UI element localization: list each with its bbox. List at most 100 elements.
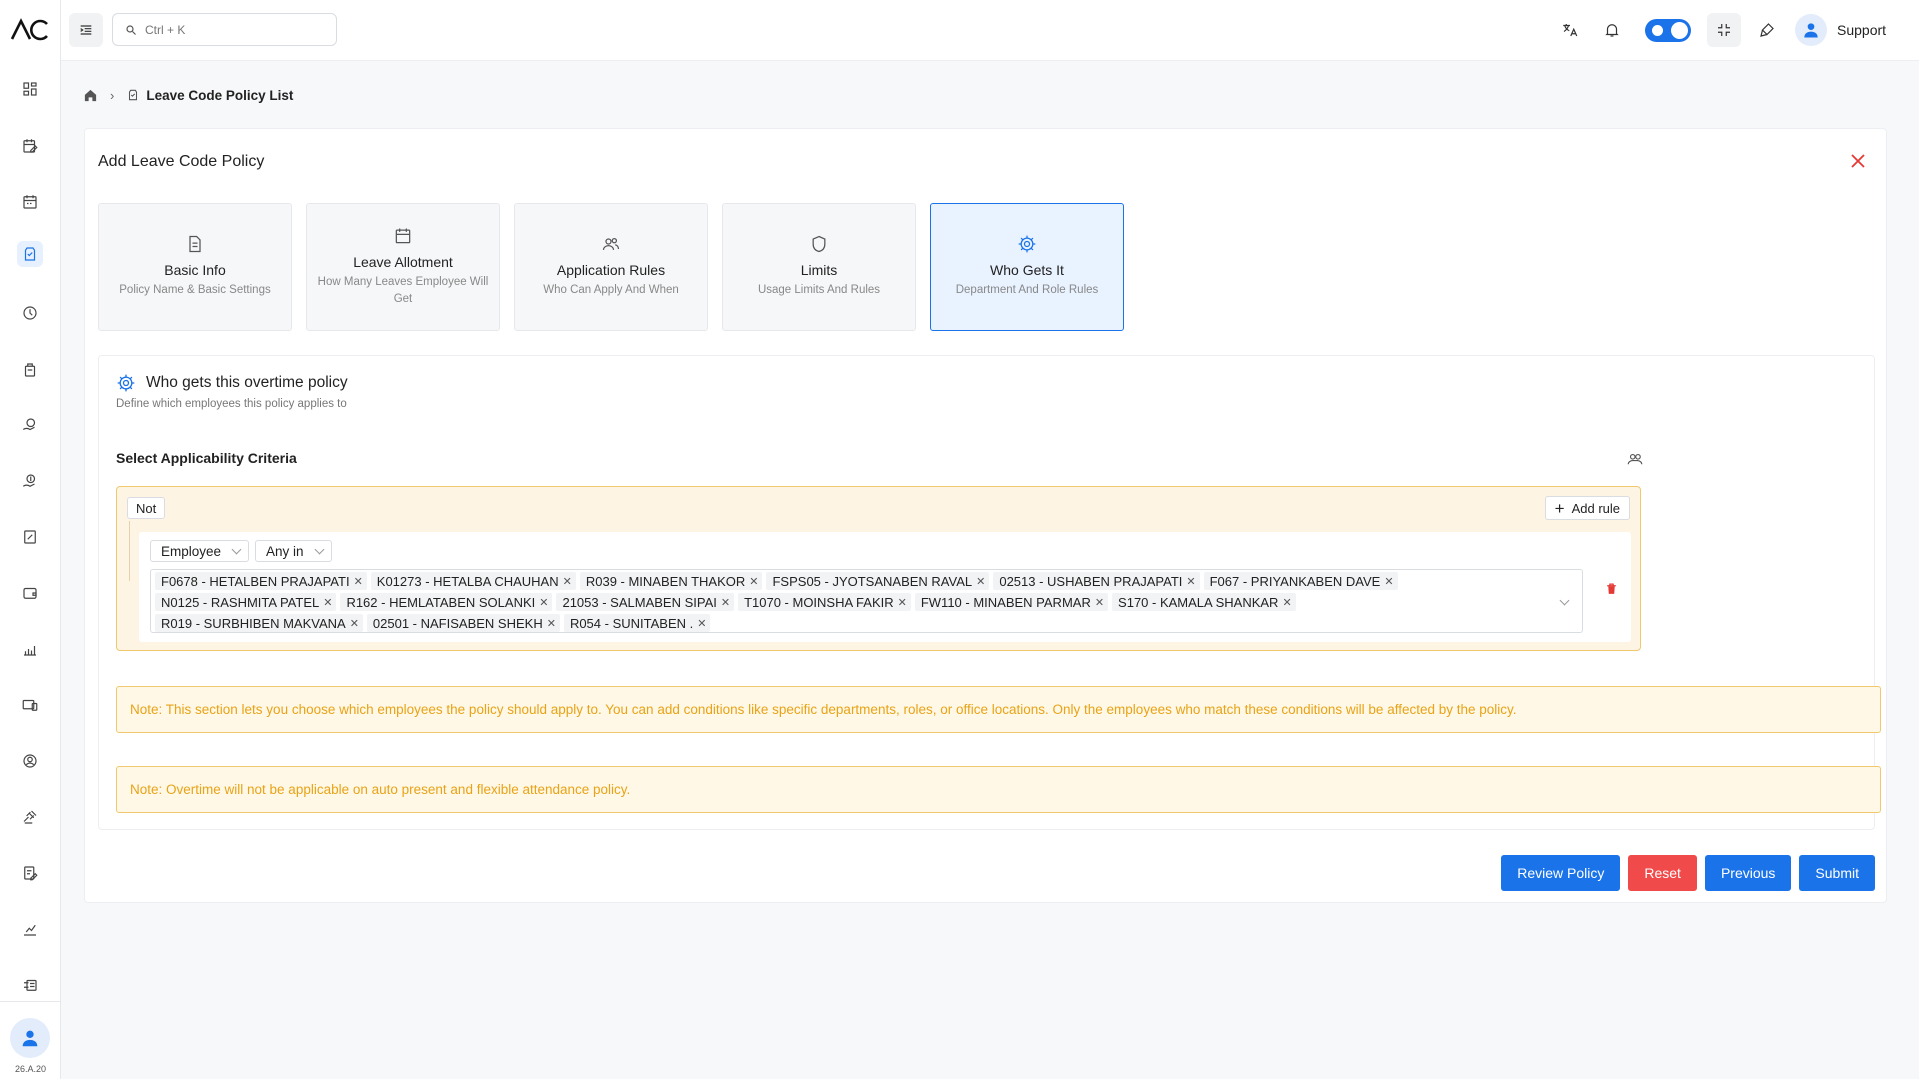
document-edit-icon[interactable] (17, 860, 43, 886)
operator-select[interactable]: Any in (255, 540, 332, 562)
selected-tag: T1070 - MOINSHA FAKIR ✕ (738, 593, 911, 611)
page-title: Add Leave Code Policy (98, 153, 265, 170)
dark-mode-toggle[interactable] (1645, 19, 1691, 42)
avatar[interactable] (10, 1018, 50, 1058)
previous-button[interactable]: Previous (1704, 855, 1792, 891)
wallet-icon[interactable] (17, 580, 43, 606)
leave-policy-icon (129, 89, 138, 101)
selected-tag: K01273 - HETALBA CHAUHAN ✕ (370, 572, 576, 590)
field-select-value: Employee (161, 543, 222, 559)
notification-bell-icon[interactable] (1599, 17, 1625, 43)
wizard-steps: Basic Info Policy Name & Basic Settings … (98, 203, 1138, 331)
selected-tag: R019 - SURBHIBEN MAKVANA ✕ (155, 614, 363, 632)
briefcase-icon[interactable] (17, 357, 43, 383)
selected-tag: FSPS05 - JYOTSANABEN RAVAL ✕ (766, 572, 990, 590)
remove-tag-icon[interactable]: ✕ (697, 617, 706, 630)
chevron-down-icon[interactable] (1559, 595, 1570, 606)
user-avatar-icon (22, 1030, 38, 1047)
tag-label: 02513 - USHABEN PRAJAPATI (999, 573, 1183, 589)
step-limits[interactable]: Limits Usage Limits And Rules (722, 203, 916, 331)
step-leave-allotment[interactable]: Leave Allotment How Many Leaves Employee… (306, 203, 500, 331)
submit-button[interactable]: Submit (1799, 855, 1875, 891)
selected-tag: F067 - PRIYANKABEN DAVE ✕ (1203, 572, 1398, 590)
user-group-icon[interactable] (1624, 448, 1646, 470)
gear-icon (117, 374, 135, 392)
breadcrumb-current: Leave Code Policy List (146, 87, 294, 103)
remove-tag-icon[interactable]: ✕ (976, 575, 985, 588)
calendar-icon[interactable] (17, 189, 43, 215)
selected-tag: S170 - KAMALA SHANKAR ✕ (1112, 593, 1296, 611)
document-icon (189, 236, 201, 253)
user-avatar-icon (1804, 23, 1818, 38)
payroll-icon[interactable] (17, 412, 43, 438)
not-toggle-button[interactable]: Not (127, 497, 166, 519)
gavel-icon[interactable] (17, 804, 43, 830)
user-profile-icon[interactable] (17, 748, 43, 774)
remove-tag-icon[interactable]: ✕ (1384, 575, 1393, 588)
tax-icon[interactable] (17, 524, 43, 550)
settings-panel-icon[interactable] (17, 972, 43, 998)
remove-tag-icon[interactable]: ✕ (563, 575, 572, 588)
tag-label: FW110 - MINABEN PARMAR (920, 594, 1091, 610)
gear-icon (1018, 236, 1036, 253)
translate-icon[interactable] (1557, 17, 1583, 43)
form-actions: Review Policy Reset Previous Submit (1493, 855, 1875, 891)
brush-icon[interactable] (1754, 17, 1780, 43)
note-applicability: Note: This section lets you choose which… (116, 686, 1881, 733)
remove-tag-icon[interactable]: ✕ (721, 596, 730, 609)
reset-button[interactable]: Reset (1628, 855, 1697, 891)
time-history-icon[interactable] (17, 300, 43, 326)
remove-tag-icon[interactable]: ✕ (323, 596, 332, 609)
tag-label: F0678 - HETALBEN PRAJAPATI (161, 573, 350, 589)
field-select[interactable]: Employee (150, 540, 250, 562)
step-who-gets-it[interactable]: Who Gets It Department And Role Rules (930, 203, 1124, 331)
dashboard-icon[interactable] (17, 76, 43, 102)
fullscreen-exit-icon[interactable] (1707, 13, 1741, 47)
calendar-edit-icon[interactable] (17, 133, 43, 159)
menu-toggle-button[interactable] (69, 13, 103, 47)
section-header: Who gets this overtime policy (116, 373, 348, 393)
remove-tag-icon[interactable]: ✕ (539, 596, 548, 609)
leave-policy-icon[interactable] (17, 241, 43, 267)
step-title: Basic Info (164, 262, 226, 279)
calendar-icon (395, 228, 411, 244)
section-subtitle: Define which employees this policy appli… (116, 398, 347, 410)
remove-tag-icon[interactable]: ✕ (1282, 596, 1291, 609)
step-subtitle: Usage Limits And Rules (757, 284, 881, 297)
analytics-icon[interactable] (17, 636, 43, 662)
reports-icon[interactable] (17, 916, 43, 942)
salary-icon[interactable] (17, 468, 43, 494)
remove-tag-icon[interactable]: ✕ (350, 617, 359, 630)
devices-icon[interactable] (17, 692, 43, 718)
tag-label: F067 - PRIYANKABEN DAVE (1209, 573, 1381, 589)
remove-tag-icon[interactable]: ✕ (354, 575, 363, 588)
remove-tag-icon[interactable]: ✕ (547, 617, 556, 630)
user-menu[interactable]: Support (1795, 13, 1886, 47)
breadcrumb: › Leave Code Policy List (83, 85, 293, 105)
section-title: Who gets this overtime policy (146, 374, 348, 391)
step-title: Leave Allotment (353, 253, 453, 270)
step-title: Limits (800, 262, 838, 279)
remove-tag-icon[interactable]: ✕ (898, 596, 907, 609)
close-button[interactable] (1846, 149, 1870, 173)
search-box[interactable] (112, 13, 337, 46)
close-icon (1851, 154, 1865, 168)
moon-icon (1652, 25, 1663, 36)
app-logo[interactable] (10, 17, 50, 43)
remove-tag-icon[interactable]: ✕ (1186, 575, 1195, 588)
step-application-rules[interactable]: Application Rules Who Can Apply And When (514, 203, 708, 331)
remove-tag-icon[interactable]: ✕ (1095, 596, 1104, 609)
search-input[interactable] (145, 22, 325, 37)
remove-tag-icon[interactable]: ✕ (749, 575, 758, 588)
home-icon[interactable] (83, 88, 98, 103)
delete-rule-button[interactable] (1601, 579, 1621, 599)
criteria-label: Select Applicability Criteria (116, 450, 297, 466)
note-overtime: Note: Overtime will not be applicable on… (116, 766, 1881, 813)
selected-tag: FW110 - MINABEN PARMAR ✕ (914, 593, 1109, 611)
step-basic-info[interactable]: Basic Info Policy Name & Basic Settings (98, 203, 292, 331)
add-rule-button[interactable]: + Add rule (1544, 496, 1630, 520)
review-policy-button[interactable]: Review Policy (1501, 855, 1621, 891)
chevron-right-icon: › (110, 87, 115, 103)
rule-connector (129, 521, 130, 581)
employee-multiselect[interactable]: F0678 - HETALBEN PRAJAPATI ✕ K01273 - HET… (150, 569, 1583, 633)
